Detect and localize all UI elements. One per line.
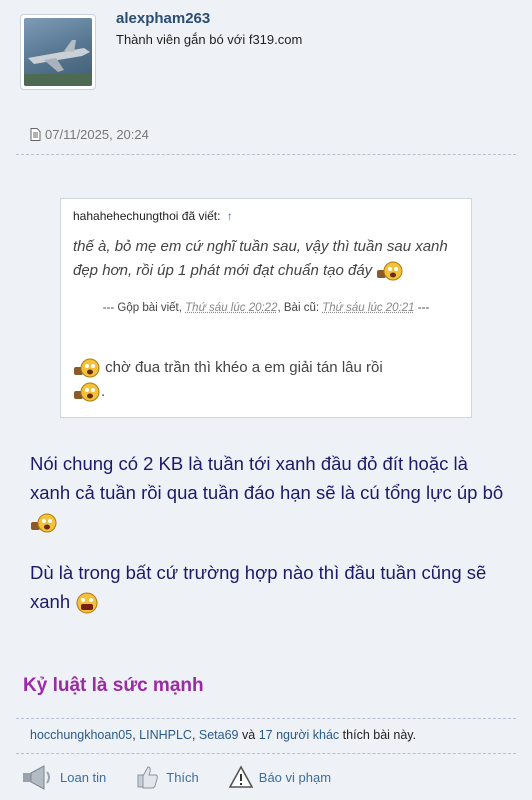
merge-old-label: Bài cũ:	[283, 302, 320, 314]
like-user-link[interactable]: LINHPLC	[139, 728, 192, 742]
report-label: Báo vi phạm	[258, 769, 332, 785]
merge-prefix: --- Gộp bài viết,	[102, 302, 182, 314]
post-actions: Loan tin Thích Báo vi phạm	[20, 762, 532, 792]
avatar[interactable]	[20, 14, 96, 90]
user-title: Thành viên gắn bó với f319.com	[116, 32, 303, 47]
post-body: Nói chung có 2 KB là tuần tới xanh đầu đ…	[30, 449, 510, 616]
post-paragraph-1: Nói chung có 2 KB là tuần tới xanh đầu đ…	[30, 449, 510, 536]
merge-suffix: ---	[417, 302, 430, 314]
divider-top	[16, 154, 516, 155]
likes-suffix: thích bài này.	[342, 728, 417, 742]
avatar-image	[24, 18, 92, 86]
report-button[interactable]: Báo vi phạm	[228, 765, 332, 789]
quote-text: thế à, bỏ mẹ em cứ nghĩ tuần sau, vậy th…	[73, 235, 465, 283]
quote-block: hahahehechungthoi đã viết: ↑ thế à, bỏ m…	[60, 198, 472, 418]
quote-source-link[interactable]: ↑	[227, 209, 233, 223]
divider-actions	[16, 753, 516, 754]
like-user-link[interactable]: Seta69	[199, 728, 239, 742]
smiley-icon	[74, 358, 100, 378]
quote-tail: chờ đua trần thì khéo a em giải tán lâu …	[73, 356, 465, 404]
thumbs-up-icon	[137, 766, 159, 789]
post-paragraph-1-text: Nói chung có 2 KB là tuần tới xanh đầu đ…	[30, 453, 504, 503]
likes-others-link[interactable]: 17 người khác	[259, 728, 340, 742]
username[interactable]: alexpham263	[116, 10, 210, 27]
smiley-icon	[377, 261, 403, 281]
quote-header: hahahehechungthoi đã viết: ↑	[73, 209, 233, 223]
quote-tail-end: .	[101, 383, 106, 400]
divider-likes	[16, 718, 516, 719]
like-label: Thích	[166, 769, 199, 785]
share-button[interactable]: Loan tin	[20, 764, 106, 790]
likes-and: và	[242, 728, 256, 742]
likes-summary: hocchungkhoan05, LINHPLC, Seta69 và 17 n…	[30, 728, 417, 742]
document-icon	[30, 128, 41, 141]
post-date-text: 07/11/2025, 20:24	[45, 127, 149, 142]
quote-author: hahahehechungthoi đã viết:	[73, 209, 221, 223]
merge-time-2: Thứ sáu lúc 20:21	[322, 302, 415, 314]
merge-line: --- Gộp bài viết, Thứ sáu lúc 20:22, Bài…	[102, 302, 430, 314]
smiley-icon	[31, 513, 57, 533]
smiley-icon	[74, 382, 100, 402]
post-paragraph-2: Dù là trong bất cứ trường hợp nào thì đầ…	[30, 558, 510, 616]
like-user-link[interactable]: hocchungkhoan05	[30, 728, 132, 742]
quote-tail-text: chờ đua trần thì khéo a em giải tán lâu …	[105, 359, 383, 376]
speaker-icon	[23, 765, 50, 790]
signature: Kỷ luật là sức mạnh	[23, 675, 204, 696]
smiley-icon	[76, 592, 98, 614]
merge-time-1: Thứ sáu lúc 20:22	[185, 302, 278, 314]
post-date[interactable]: 07/11/2025, 20:24	[30, 127, 149, 142]
like-button[interactable]: Thích	[136, 764, 199, 790]
share-label: Loan tin	[60, 769, 107, 785]
warning-icon	[228, 765, 253, 788]
